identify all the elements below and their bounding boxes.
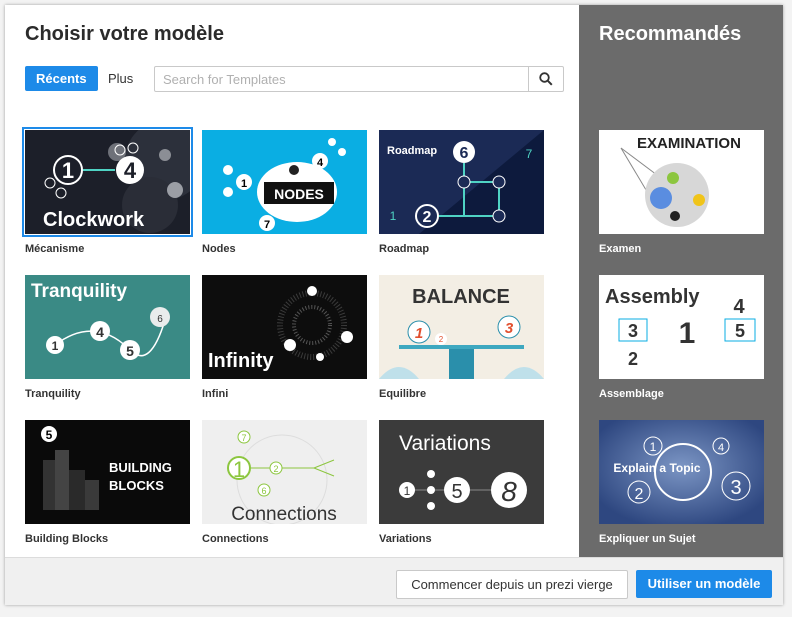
recommended-label: Assemblage [599,388,664,400]
svg-text:4: 4 [96,324,104,340]
svg-text:3: 3 [628,321,638,341]
template-label: Tranquility [25,388,81,400]
template-thumb-infinity[interactable]: Infinity [202,275,367,379]
thumb-title: Infinity [208,350,274,372]
svg-text:5: 5 [46,428,53,442]
template-thumb-nodes[interactable]: NODES 1 4 7 [202,130,367,234]
search-button[interactable] [528,67,563,91]
thumb-title: Clockwork [43,209,145,231]
svg-text:7: 7 [241,433,246,443]
svg-text:BLOCKS: BLOCKS [109,478,164,493]
search-box [154,66,564,92]
template-thumb-connections[interactable]: 1 2 7 6 Connections [202,420,367,524]
dialog-title: Choisir votre modèle [25,23,224,45]
svg-text:4: 4 [733,296,745,318]
thumb-title: Variations [399,432,491,455]
recommended-label: Examen [599,243,642,255]
svg-text:1: 1 [62,158,74,183]
recommended-thumb-examination[interactable]: EXAMINATION [599,130,764,234]
use-template-button[interactable]: Utiliser un modèle [636,570,772,598]
svg-text:2: 2 [439,335,444,344]
svg-text:1: 1 [52,339,59,353]
recommended-panel: Recommandés EXAMINATION Examen Assembly … [579,5,783,557]
svg-text:6: 6 [157,314,163,325]
svg-text:1: 1 [679,317,696,350]
template-label: Building Blocks [25,533,109,545]
svg-text:7: 7 [526,147,533,161]
search-input[interactable] [155,67,541,91]
svg-text:5: 5 [735,321,745,341]
thumb-title: Assembly [605,286,700,308]
recommended-thumb-assembly[interactable]: Assembly 4 3 1 5 2 [599,275,764,379]
svg-text:1: 1 [404,484,411,498]
svg-text:4: 4 [124,158,137,183]
dialog-footer: Commencer depuis un prezi vierge Utilise… [5,557,783,605]
svg-text:8: 8 [501,476,517,507]
template-label: Mécanisme [25,243,85,255]
svg-text:1: 1 [241,178,247,190]
svg-text:5: 5 [126,343,134,359]
template-label: Nodes [202,243,236,255]
recommended-label: Expliquer un Sujet [599,533,696,545]
template-thumb-tranquility[interactable]: Tranquility 1 4 5 6 [25,275,190,379]
template-picker-dialog: Choisir votre modèle Récents Plus Search… [5,5,783,605]
thumb-title: EXAMINATION [637,135,741,152]
svg-text:3: 3 [505,320,514,337]
template-thumb-balance[interactable]: BALANCE 1 2 3 [379,275,544,379]
template-thumb-building-blocks[interactable]: 5 BUILDING BLOCKS [25,420,190,524]
svg-text:2: 2 [423,209,432,226]
svg-text:4: 4 [317,157,324,169]
start-blank-button[interactable]: Commencer depuis un prezi vierge [396,570,628,599]
thumb-title: BALANCE [412,286,510,308]
template-gallery-panel: Choisir votre modèle Récents Plus Search… [5,5,579,557]
thumb-title: Explain a Topic [613,461,700,475]
thumb-title: Tranquility [31,281,128,302]
svg-text:BUILDING: BUILDING [109,460,172,475]
svg-text:1: 1 [233,457,245,482]
svg-text:7: 7 [264,219,270,231]
recommended-thumb-explain-topic[interactable]: 1 4 2 3 Explain a Topic [599,420,764,524]
svg-text:1: 1 [650,440,657,454]
svg-text:2: 2 [273,464,278,474]
template-label: Roadmap [379,243,430,255]
svg-text:3: 3 [730,477,741,499]
template-label: Variations [379,533,432,545]
svg-text:5: 5 [451,481,462,503]
svg-text:6: 6 [261,486,266,496]
recommended-title: Recommandés [599,23,742,45]
search-icon [539,72,553,86]
thumb-title: NODES [274,186,324,202]
template-label: Infini [202,388,229,400]
template-thumb-roadmap[interactable]: Roadmap 6 2 7 1 [379,130,544,234]
svg-text:1: 1 [390,209,397,223]
svg-text:1: 1 [415,325,423,342]
tab-recents[interactable]: Récents [25,66,98,91]
svg-text:6: 6 [460,145,469,162]
svg-text:2: 2 [628,349,638,369]
template-thumb-variations[interactable]: Variations 1 5 8 [379,420,544,524]
svg-text:4: 4 [718,442,724,454]
template-label: Connections [202,533,269,545]
svg-text:2: 2 [635,486,644,503]
template-label: Equilibre [379,388,427,400]
template-thumb-clockwork[interactable]: 1 4 Clockwork [22,127,193,237]
thumb-title: Connections [231,504,337,524]
thumb-title: Roadmap [387,145,437,157]
tab-plus[interactable]: Plus [97,66,144,91]
